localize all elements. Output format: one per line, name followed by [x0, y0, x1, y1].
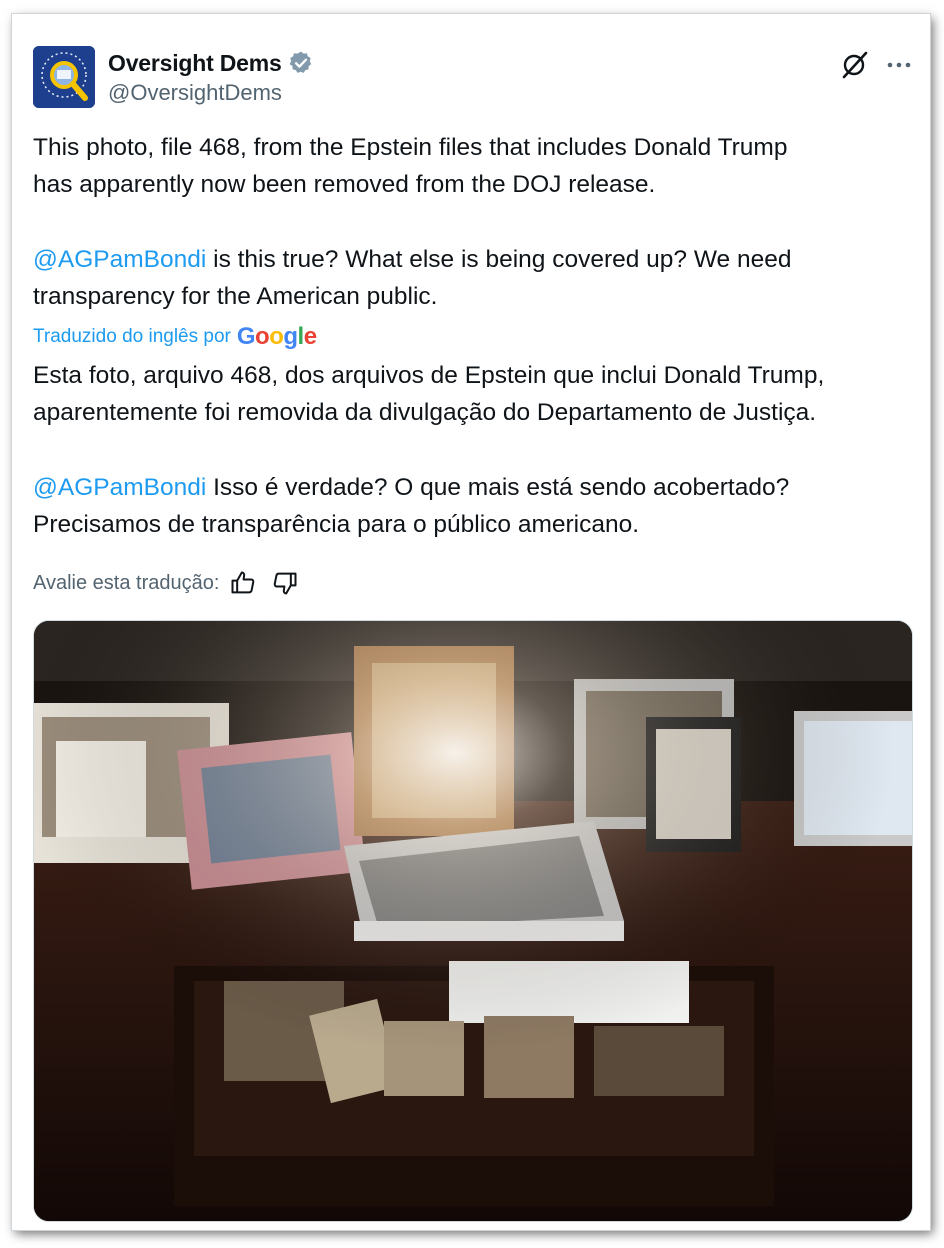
verified-badge-icon	[289, 51, 311, 73]
avatar[interactable]	[33, 46, 95, 108]
rate-translation-label: Avalie esta tradução:	[33, 571, 220, 594]
thumbs-up-icon[interactable]	[229, 569, 257, 597]
author-name-row: Oversight Dems	[108, 49, 314, 77]
translation-label: Traduzido do inglês por	[33, 326, 231, 347]
thumbs-down-icon[interactable]	[271, 569, 299, 597]
mention-link[interactable]: @AGPamBondi	[33, 246, 206, 273]
translated-text-paragraph-1: Esta foto, arquivo 468, dos arquivos de …	[33, 362, 825, 426]
photo-desk-with-framed-pictures	[34, 621, 912, 1221]
original-text-paragraph-2: @AGPamBondi is this true? What else is b…	[33, 241, 913, 315]
translation-attribution[interactable]: Traduzido do inglês por Google	[33, 323, 317, 350]
google-logo: Google	[236, 323, 317, 350]
more-icon	[887, 62, 911, 68]
original-text-paragraph-1: This photo, file 468, from the Epstein f…	[33, 134, 788, 198]
mention-link-translated[interactable]: @AGPamBondi	[33, 474, 206, 501]
author-handle[interactable]: @OversightDems	[108, 80, 282, 106]
magnifying-glass-seal-icon	[33, 46, 95, 108]
tweet-photo[interactable]	[33, 620, 913, 1222]
translated-text-paragraph-2: @AGPamBondi Isso é verdade? O que mais e…	[33, 469, 913, 543]
grok-icon	[842, 51, 868, 79]
rate-translation-row: Avalie esta tradução:	[33, 568, 299, 598]
display-name[interactable]: Oversight Dems	[108, 50, 282, 77]
tweet-card: Oversight Dems @OversightDems This photo…	[12, 14, 930, 1230]
more-options-button[interactable]	[882, 48, 916, 82]
grok-button[interactable]	[838, 48, 872, 82]
